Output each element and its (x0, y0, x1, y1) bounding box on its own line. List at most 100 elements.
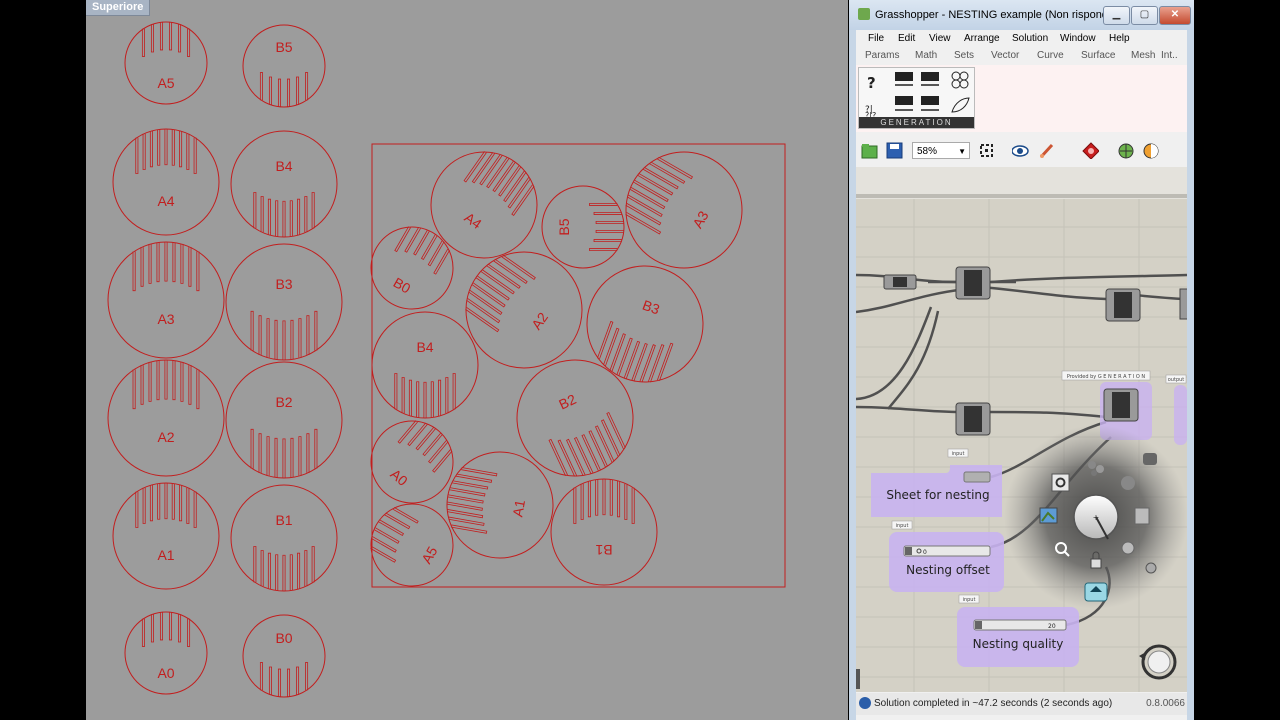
source-part-a1[interactable]: A1 (112, 482, 220, 590)
menu-help[interactable]: Help (1109, 33, 1130, 44)
title-bar[interactable]: Grasshopper - NESTING example (Non rispo… (849, 0, 1194, 30)
component-top-middle[interactable] (955, 266, 991, 300)
nested-part-b1[interactable]: B1 (550, 478, 658, 586)
group-nesting-offset[interactable]: input 0 Nesting offset (889, 520, 1004, 592)
nested-part-b5[interactable]: B5 (541, 185, 625, 269)
source-part-b0[interactable]: B0 (242, 614, 326, 698)
preview-mesh-icon[interactable] (1118, 142, 1135, 159)
source-part-a0[interactable]: A0 (124, 611, 208, 695)
menu-view[interactable]: View (929, 33, 951, 44)
part-slot (639, 344, 656, 383)
leaf-icon[interactable] (951, 97, 970, 113)
minimize-button[interactable]: ▁ (1103, 6, 1130, 25)
tab-params[interactable]: Params (865, 50, 899, 61)
part-slot (188, 365, 192, 405)
provided-by-label: Provided by G E N E R A T I O N (1067, 374, 1146, 380)
gear-icon[interactable] (1051, 473, 1070, 492)
part-slot (311, 192, 315, 229)
part-slot (408, 379, 412, 416)
source-part-b5[interactable]: B5 (242, 24, 326, 108)
part-slot (282, 200, 286, 237)
tab-curve[interactable]: Curve (1037, 50, 1064, 61)
nested-part-a3[interactable]: A3 (605, 131, 763, 289)
part-label: A3 (689, 208, 712, 231)
canvas-graph[interactable]: Provided by G E N E R A T I O N output i… (856, 167, 1187, 692)
canvas-scroll-handle[interactable] (856, 669, 860, 689)
nesting-sheet-rect[interactable] (371, 143, 786, 588)
grasshopper-canvas[interactable]: Provided by G E N E R A T I O N output i… (856, 167, 1187, 692)
tab-surface[interactable]: Surface (1081, 50, 1115, 61)
source-part-b2[interactable]: B2 (225, 361, 343, 479)
part-slot (305, 72, 309, 101)
open-file-icon[interactable] (861, 142, 878, 159)
source-part-a4[interactable]: A4 (112, 128, 220, 236)
bake-icon[interactable] (1082, 142, 1099, 159)
part-slot (447, 494, 484, 504)
cylinder-icon[interactable] (1143, 453, 1157, 465)
grasshopper-client: File Edit View Arrange Solution Window H… (856, 30, 1187, 720)
generation-panel-label[interactable]: GENERATION (859, 117, 974, 128)
component-top-left[interactable] (883, 274, 917, 290)
nested-part-a2[interactable]: A2 (443, 229, 605, 391)
disable-icon[interactable] (1121, 476, 1135, 490)
menu-window[interactable]: Window (1060, 33, 1096, 44)
menu-arrange[interactable]: Arrange (964, 33, 1000, 44)
nested-part-b3[interactable]: B3 (571, 250, 720, 399)
nested-part-a5[interactable]: A5 (356, 489, 468, 601)
slider-grip[interactable] (975, 621, 982, 629)
source-part-a2[interactable]: A2 (107, 359, 225, 477)
preview-toggle-icon[interactable] (1084, 582, 1108, 602)
menu-solution[interactable]: Solution (1012, 33, 1048, 44)
copy-icon[interactable] (1134, 507, 1150, 525)
source-part-b3[interactable]: B3 (225, 243, 343, 361)
shaded-preview-icon[interactable] (1143, 142, 1160, 159)
component-edge-right[interactable] (1179, 288, 1187, 320)
part-slot (178, 614, 182, 643)
nest-component-icon[interactable] (895, 72, 939, 111)
nested-part-b0[interactable]: B0 (356, 212, 468, 324)
bake-ball-icon[interactable] (1121, 541, 1135, 555)
tab-sets[interactable]: Sets (954, 50, 974, 61)
help-icon[interactable]: ? ?| ?|? (865, 74, 876, 120)
component-top-right[interactable] (1105, 288, 1141, 322)
radial-menu[interactable]: + (1004, 425, 1187, 609)
part-slot (169, 22, 173, 51)
part-outline (370, 503, 454, 587)
part-slot (617, 481, 621, 518)
canvas-navigation-widget[interactable] (1139, 644, 1177, 680)
maximize-button[interactable]: ▢ (1131, 6, 1158, 25)
part-slot (449, 487, 486, 497)
slider-grip[interactable] (905, 547, 912, 555)
source-part-b1[interactable]: B1 (230, 484, 338, 592)
tab-vector[interactable]: Vector (991, 50, 1019, 61)
part-slot (392, 507, 419, 524)
tab-math[interactable]: Math (915, 50, 937, 61)
source-part-b4[interactable]: B4 (230, 130, 338, 238)
source-part-a5[interactable]: A5 (124, 21, 208, 105)
viewport-drawing[interactable]: A5 B5 A4 B4 A3 B3 A2 B2 A1 B1 A0 B0 A4 B5 A3 B0 A2 B3 B4 B… (86, 0, 848, 720)
part-slot (296, 666, 300, 695)
part-outline (225, 243, 343, 361)
source-part-a3[interactable]: A3 (107, 241, 225, 359)
tab-int[interactable]: Int.. (1161, 50, 1178, 61)
nested-part-a4[interactable]: A4 (410, 131, 558, 279)
packing-icon[interactable] (951, 71, 969, 89)
group-nesting-quality[interactable]: input 20 Nesting quality (957, 594, 1079, 667)
pin-icon[interactable] (1145, 562, 1157, 574)
menu-edit[interactable]: Edit (898, 33, 915, 44)
tab-mesh[interactable]: Mesh (1131, 50, 1155, 61)
menu-file[interactable]: File (868, 33, 884, 44)
sketch-pen-icon[interactable] (1038, 142, 1055, 159)
component-mid-left[interactable] (955, 402, 991, 436)
nested-part-b4[interactable]: B4 (371, 311, 479, 419)
group-sheet-for-nesting[interactable]: input Sheet for nesting (871, 448, 1002, 517)
zoom-dropdown[interactable]: 58% ▼ (912, 142, 970, 159)
viewport-label[interactable]: Superiore (86, 0, 151, 16)
nested-part-a1[interactable]: A1 (439, 444, 562, 567)
close-button[interactable]: ✕ (1159, 6, 1191, 25)
save-file-icon[interactable] (886, 142, 903, 159)
part-slot (282, 320, 286, 360)
map-icon[interactable] (1039, 507, 1058, 524)
zoom-extents-icon[interactable] (978, 142, 995, 159)
preview-eye-icon[interactable] (1012, 142, 1029, 159)
